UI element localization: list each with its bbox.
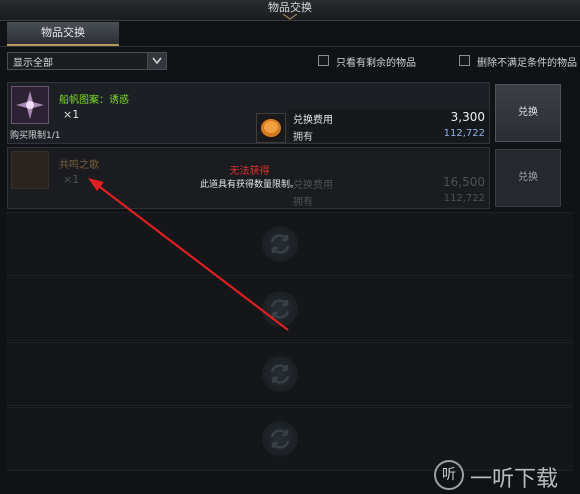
watermark-logo: 听 xyxy=(434,460,464,490)
watermark: 听 一听下载 xyxy=(434,460,574,492)
annotation-arrow-icon xyxy=(88,178,289,331)
watermark-text: 一听下载 xyxy=(470,467,559,492)
